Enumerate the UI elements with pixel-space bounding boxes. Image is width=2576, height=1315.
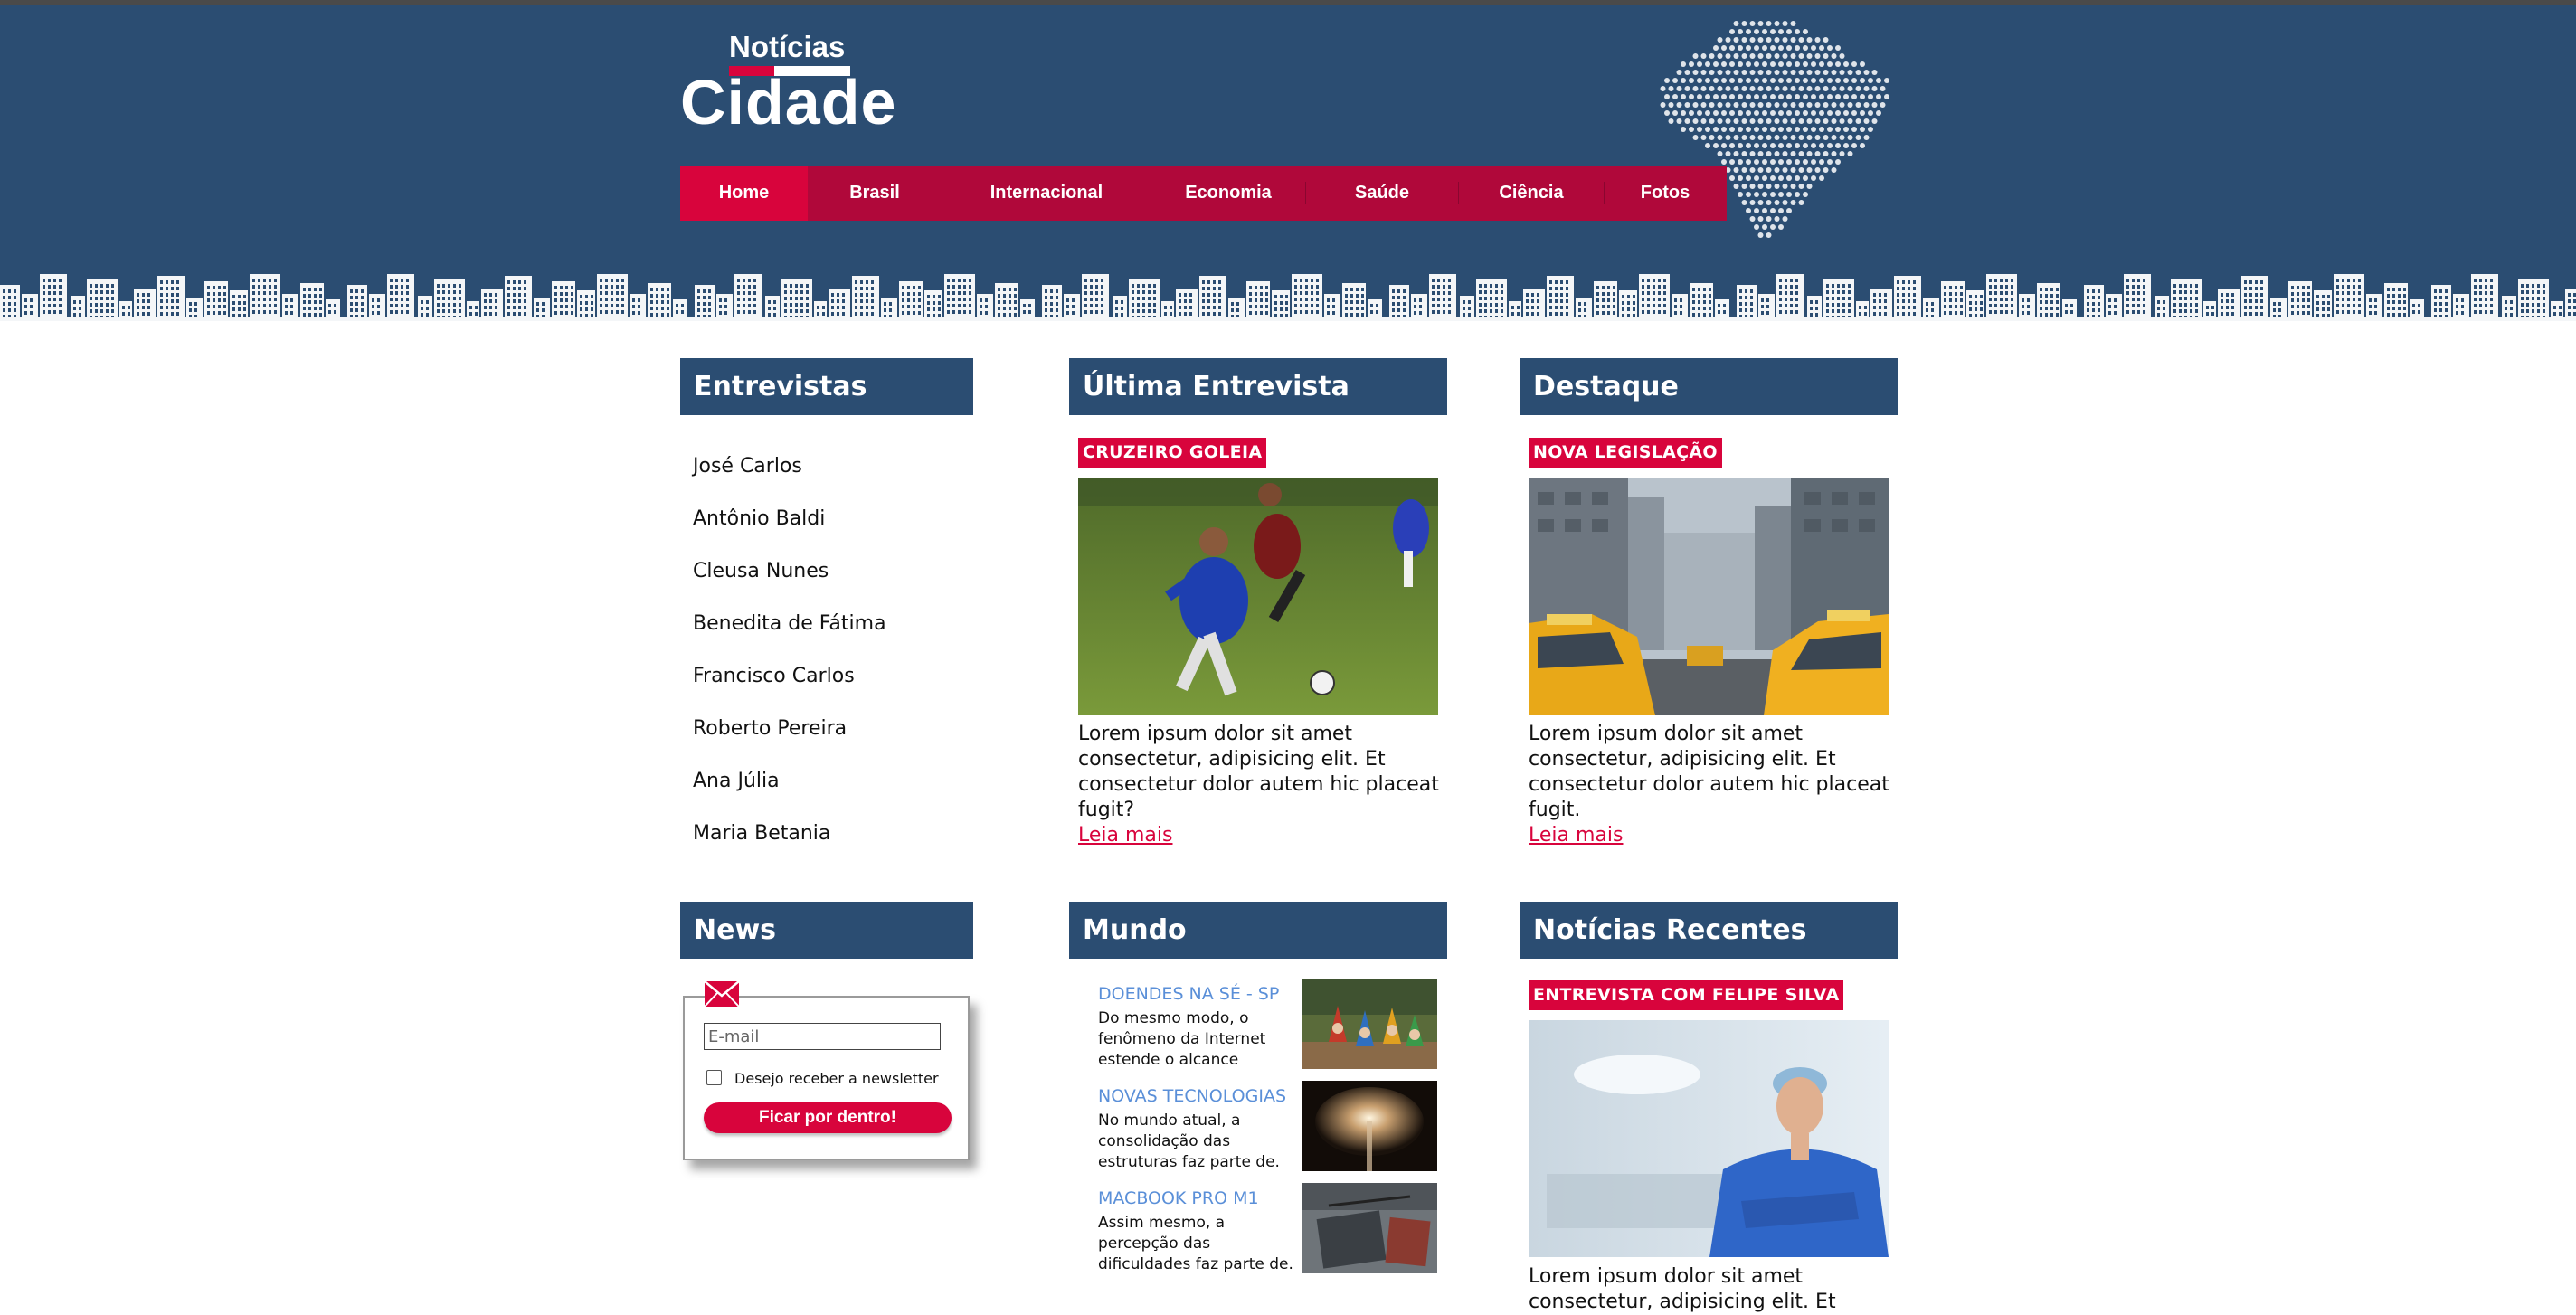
subscribe-button[interactable]: Ficar por dentro!	[704, 1102, 952, 1133]
newsletter-checkbox[interactable]	[706, 1070, 722, 1085]
read-more-link[interactable]: Leia mais	[1078, 824, 1172, 847]
nav-item-economia[interactable]: Economia	[1151, 166, 1305, 221]
site-header: Notícias Cidade Home Brasil Internaciona…	[0, 0, 2576, 321]
mundo-header: Mundo	[1069, 902, 1447, 959]
nav-item-internacional[interactable]: Internacional	[942, 166, 1151, 221]
logo-small-text: Notícias	[729, 30, 846, 63]
destaque-header: Destaque	[1520, 358, 1898, 415]
interview-item[interactable]: Cleusa Nunes	[693, 553, 886, 606]
nav-item-home[interactable]: Home	[680, 166, 808, 221]
entrevistas-header: Entrevistas	[680, 358, 973, 415]
interview-item[interactable]: Antônio Baldi	[693, 501, 886, 553]
interview-item[interactable]: José Carlos	[693, 449, 886, 501]
interview-item[interactable]: Francisco Carlos	[693, 658, 886, 711]
email-field[interactable]	[704, 1023, 941, 1050]
desk-notebook-photo[interactable]	[1302, 1183, 1437, 1273]
soccer-players-photo[interactable]	[1078, 478, 1438, 715]
category-tag[interactable]: ENTREVISTA COM FELIPE SILVA	[1529, 980, 1844, 1010]
mundo-item-title[interactable]: DOENDES NA SÉ - SP	[1098, 984, 1279, 1004]
mundo-item-text: Assim mesmo, a percepção das dificuldade…	[1098, 1214, 1293, 1273]
read-more-link[interactable]: Leia mais	[1529, 824, 1623, 847]
mundo-item-title[interactable]: MACBOOK PRO M1	[1098, 1188, 1259, 1208]
newsletter-form: Desejo receber a newsletter Ficar por de…	[683, 996, 970, 1160]
newsletter-checkbox-label: Desejo receber a newsletter	[734, 1070, 939, 1087]
interview-list: José Carlos Antônio Baldi Cleusa Nunes B…	[693, 449, 886, 868]
interview-item[interactable]: Benedita de Fátima	[693, 606, 886, 658]
logo-big-text: Cidade	[680, 67, 897, 137]
noticias-recentes-header: Notícias Recentes	[1520, 902, 1898, 959]
mundo-item-text: Do mesmo modo, o fenômeno da Internet es…	[1098, 1009, 1266, 1069]
nav-item-brasil[interactable]: Brasil	[808, 166, 942, 221]
nav-item-ciencia[interactable]: Ciência	[1459, 166, 1604, 221]
article-summary: Lorem ipsum dolor sit amet consectetur, …	[1078, 723, 1439, 821]
nav-item-fotos[interactable]: Fotos	[1605, 166, 1726, 221]
mundo-item-text: No mundo atual, a consolidação das estru…	[1098, 1112, 1280, 1171]
mundo-item-title[interactable]: NOVAS TECNOLOGIAS	[1098, 1086, 1286, 1106]
city-taxis-photo[interactable]	[1529, 478, 1889, 715]
nav-item-saude[interactable]: Saúde	[1306, 166, 1458, 221]
news-header: News	[680, 902, 973, 959]
garden-gnomes-photo[interactable]	[1302, 979, 1437, 1069]
envelope-icon	[704, 980, 740, 1008]
interview-item[interactable]: Maria Betania	[693, 816, 886, 868]
city-skyline-graphic	[0, 274, 2576, 321]
category-tag[interactable]: CRUZEIRO GOLEIA	[1078, 438, 1267, 468]
category-tag[interactable]: NOVA LEGISLAÇÃO	[1529, 438, 1722, 468]
interview-item[interactable]: Roberto Pereira	[693, 711, 886, 763]
light-effect-photo[interactable]	[1302, 1081, 1437, 1171]
interview-item[interactable]: Ana Júlia	[693, 763, 886, 816]
main-nav: Home Brasil Internacional Economia Saúde…	[680, 166, 1727, 221]
article-summary: Lorem ipsum dolor sit amet consectetur, …	[1529, 1265, 1836, 1313]
surgeon-photo[interactable]	[1529, 1020, 1889, 1257]
article-summary: Lorem ipsum dolor sit amet consectetur, …	[1529, 723, 1889, 821]
site-logo[interactable]: Notícias Cidade	[680, 30, 897, 137]
ultima-entrevista-header: Última Entrevista	[1069, 358, 1447, 415]
